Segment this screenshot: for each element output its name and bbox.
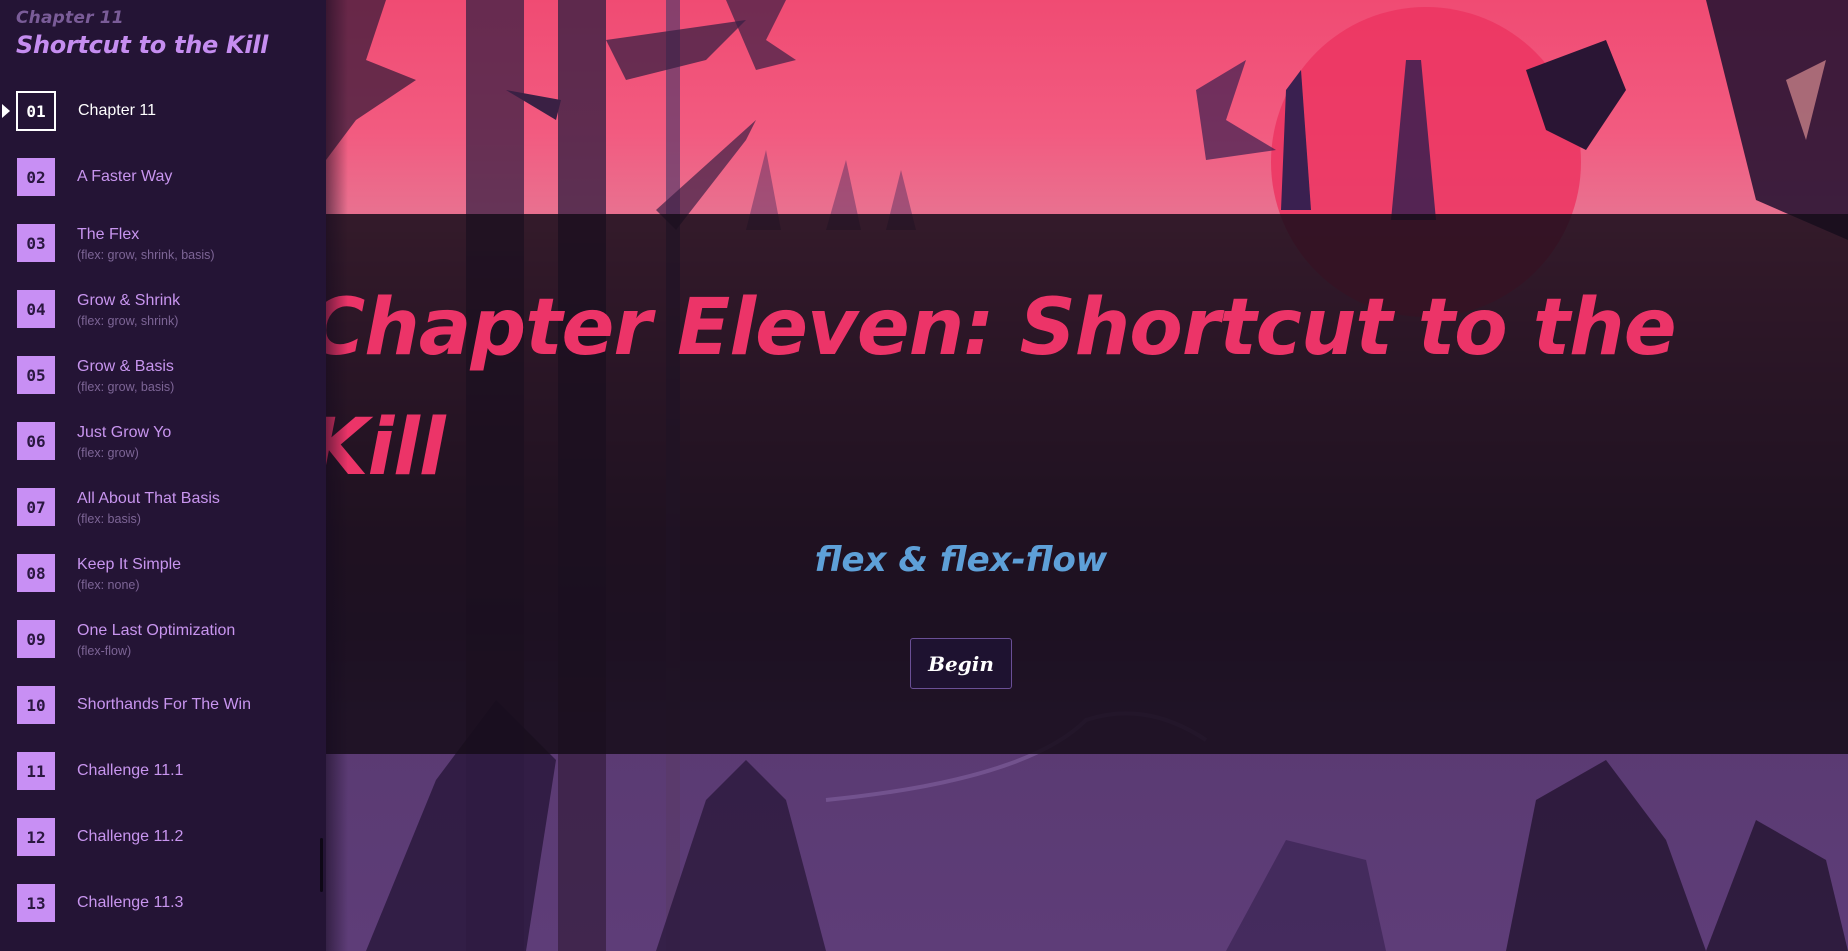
level-subtitle: (flex: grow): [77, 445, 139, 460]
level-text: Challenge 11.2: [77, 826, 183, 848]
level-title: Grow & Shrink: [77, 291, 181, 309]
level-title: One Last Optimization: [77, 621, 236, 639]
level-number: 04: [17, 290, 55, 328]
chapter-kicker: Chapter 11: [16, 8, 124, 28]
level-list: 01 Chapter 11 02 A Faster Way 03 The Flex (fle…: [0, 78, 326, 936]
level-intro-scene: Chapter Eleven: Shortcut to the Kill fle…: [326, 0, 1848, 951]
level-text: Keep It Simple (flex: none): [77, 554, 181, 593]
level-item-07[interactable]: 07 All About That Basis (flex: basis): [0, 474, 326, 540]
level-number: 02: [17, 158, 55, 196]
level-item-10[interactable]: 10 Shorthands For The Win: [0, 672, 326, 738]
sidebar-shadow: [326, 0, 348, 951]
level-title: A Faster Way: [77, 168, 173, 185]
level-title: Grow & Basis: [77, 357, 174, 375]
level-title: The Flex: [77, 225, 140, 243]
level-item-13[interactable]: 13 Challenge 11.3: [0, 870, 326, 936]
level-title: Challenge 11.1: [77, 762, 184, 779]
level-title: All About That Basis: [77, 489, 220, 507]
chapter-title: Shortcut to the Kill: [16, 31, 269, 59]
level-title: Chapter 11: [78, 102, 156, 119]
level-subtitle: (flex: grow, basis): [77, 379, 175, 394]
level-number: 08: [17, 554, 55, 592]
level-text: A Faster Way: [77, 166, 172, 188]
level-item-03[interactable]: 03 The Flex (flex: grow, shrink, basis): [0, 210, 326, 276]
level-number: 07: [17, 488, 55, 526]
level-item-02[interactable]: 02 A Faster Way: [0, 144, 326, 210]
level-item-12[interactable]: 12 Challenge 11.2: [0, 804, 326, 870]
level-item-11[interactable]: 11 Challenge 11.1: [0, 738, 326, 804]
level-subtitle: (flex: grow, shrink, basis): [77, 247, 215, 262]
level-item-05[interactable]: 05 Grow & Basis (flex: grow, basis): [0, 342, 326, 408]
level-title: Challenge 11.2: [77, 828, 184, 845]
level-title: Keep It Simple: [77, 555, 182, 573]
sidebar-header: Chapter 11 Shortcut to the Kill: [0, 0, 326, 78]
level-text: Just Grow Yo (flex: grow): [77, 422, 171, 461]
level-item-06[interactable]: 06 Just Grow Yo (flex: grow): [0, 408, 326, 474]
level-number: 09: [17, 620, 55, 658]
level-item-09[interactable]: 09 One Last Optimization (flex-flow): [0, 606, 326, 672]
level-text: Challenge 11.1: [77, 760, 183, 782]
level-topic: flex & flex-flow: [814, 540, 1108, 580]
chapter-sidebar: Chapter 11 Shortcut to the Kill 01 Chapte…: [0, 0, 326, 951]
level-subtitle: (flex: none): [77, 577, 140, 592]
level-title: Just Grow Yo: [77, 423, 172, 441]
level-text: Grow & Shrink (flex: grow, shrink): [77, 290, 180, 329]
level-number: 03: [17, 224, 55, 262]
level-item-04[interactable]: 04 Grow & Shrink (flex: grow, shrink): [0, 276, 326, 342]
level-number: 01: [16, 91, 56, 131]
level-number: 12: [17, 818, 55, 856]
level-subtitle: (flex: grow, shrink): [77, 313, 179, 328]
level-text: All About That Basis (flex: basis): [77, 488, 220, 527]
level-number: 05: [17, 356, 55, 394]
level-text: Shorthands For The Win: [77, 694, 251, 716]
level-text: Challenge 11.3: [77, 892, 183, 914]
level-number: 11: [17, 752, 55, 790]
level-item-01[interactable]: 01 Chapter 11: [0, 78, 326, 144]
level-number: 06: [17, 422, 55, 460]
level-text: Grow & Basis (flex: grow, basis): [77, 356, 174, 395]
begin-button[interactable]: Begin: [910, 638, 1012, 689]
level-heading: Chapter Eleven: Shortcut to the Kill: [326, 283, 1677, 493]
level-subtitle: (flex-flow): [77, 643, 132, 658]
level-title: Shorthands For The Win: [77, 696, 252, 713]
level-subtitle: (flex: basis): [77, 511, 141, 526]
level-item-08[interactable]: 08 Keep It Simple (flex: none): [0, 540, 326, 606]
level-text: The Flex (flex: grow, shrink, basis): [77, 224, 215, 263]
level-number: 10: [17, 686, 55, 724]
active-level-caret-icon: [2, 104, 10, 118]
level-title: Challenge 11.3: [77, 894, 184, 911]
level-text: One Last Optimization (flex-flow): [77, 620, 235, 659]
level-text: Chapter 11: [78, 100, 156, 122]
sidebar-scrollbar[interactable]: [320, 838, 323, 892]
level-number: 13: [17, 884, 55, 922]
